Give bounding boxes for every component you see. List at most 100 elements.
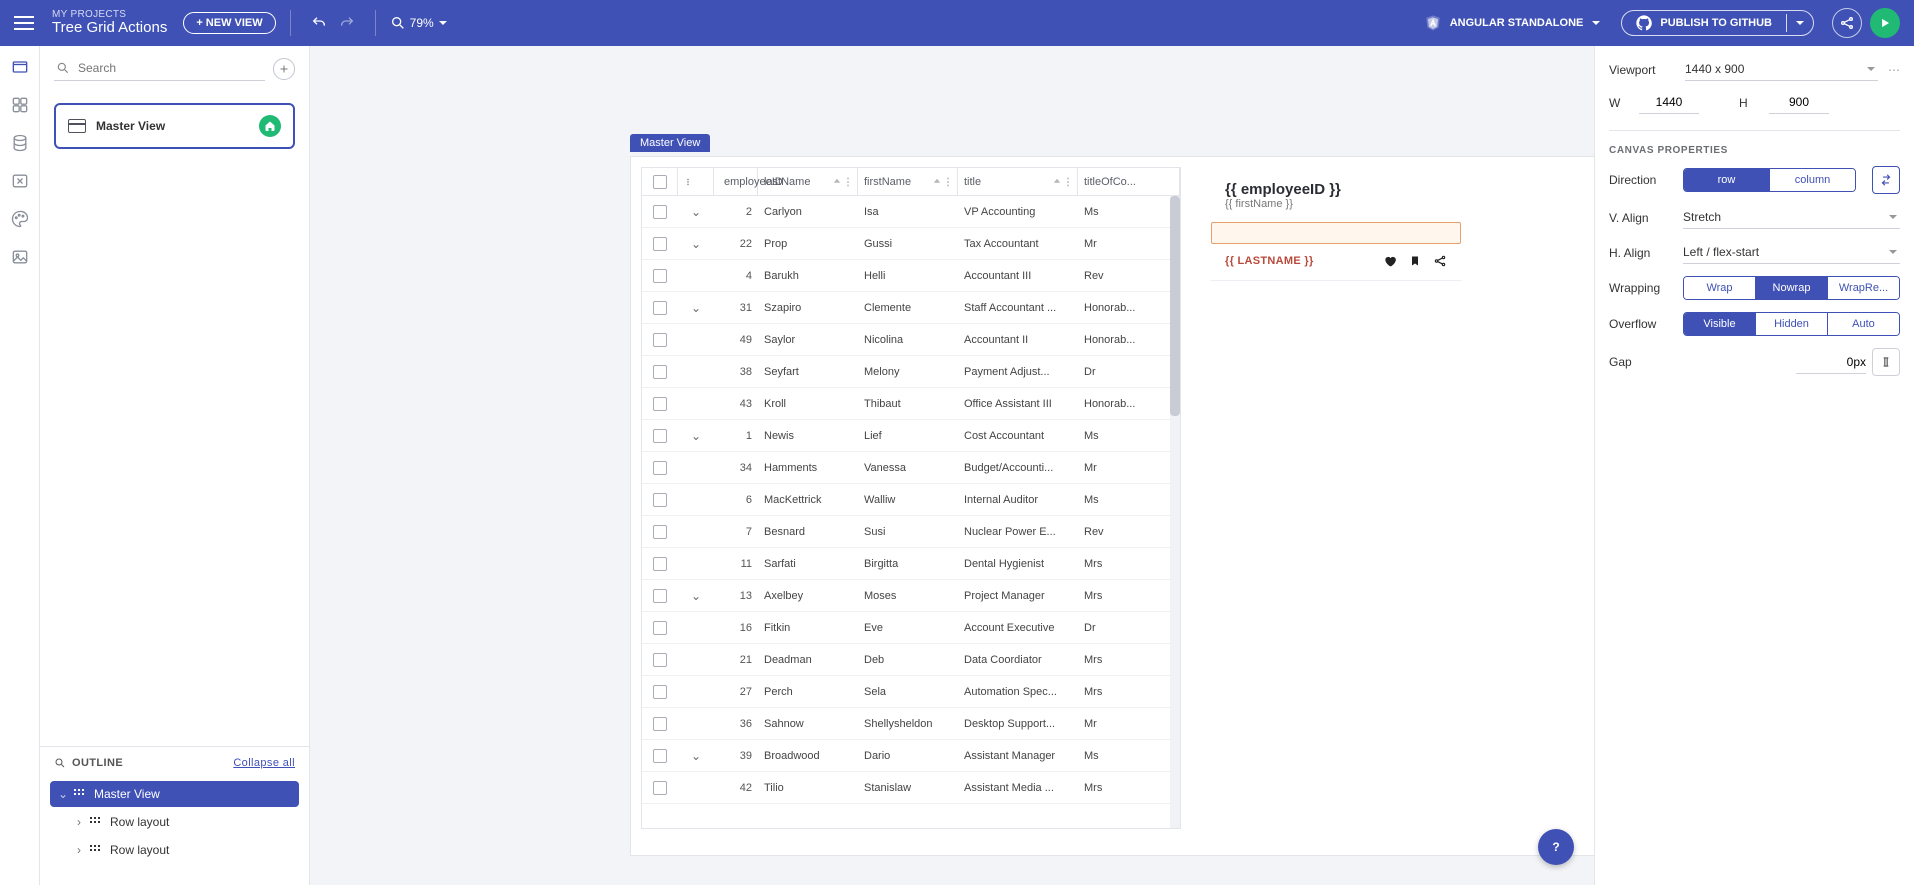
row-checkbox[interactable] [653, 397, 667, 411]
chevron-down-icon[interactable]: ⌄ [691, 237, 701, 251]
zoom-control[interactable]: 79% [390, 15, 448, 31]
direction-row-button[interactable]: row [1684, 169, 1769, 191]
gap-input[interactable] [1796, 351, 1866, 374]
add-view-button[interactable] [273, 58, 295, 80]
new-view-button[interactable]: + NEW VIEW [183, 12, 275, 34]
view-card-master[interactable]: Master View [54, 103, 295, 149]
framework-selector[interactable]: ANGULAR STANDALONE [1418, 11, 1612, 35]
chevron-down-icon[interactable]: ⌄ [691, 589, 701, 603]
table-row[interactable]: ⌄1NewisLiefCost AccountantMs [642, 420, 1180, 452]
row-checkbox[interactable] [653, 525, 667, 539]
scrollbar-thumb[interactable] [1170, 196, 1180, 416]
card-selected-slot[interactable] [1211, 222, 1461, 244]
table-row[interactable]: 43KrollThibautOffice Assistant IIIHonora… [642, 388, 1180, 420]
valign-select[interactable]: Stretch [1683, 206, 1900, 229]
row-checkbox[interactable] [653, 717, 667, 731]
row-checkbox[interactable] [653, 589, 667, 603]
swap-axis-button[interactable] [1872, 166, 1900, 194]
outline-item[interactable]: ›Row layout [50, 837, 299, 863]
table-row[interactable]: ⌄22PropGussiTax AccountantMr [642, 228, 1180, 260]
kebab-icon[interactable] [945, 177, 951, 187]
table-row[interactable]: 42TilioStanislawAssistant Media ...Mrs [642, 772, 1180, 804]
row-checkbox[interactable] [653, 461, 667, 475]
chevron-down-icon[interactable]: ⌄ [691, 301, 701, 315]
wrap-wrap-button[interactable]: Wrap [1684, 277, 1755, 299]
table-row[interactable]: ⌄2CarlyonIsaVP AccountingMs [642, 196, 1180, 228]
preview-button[interactable] [1870, 8, 1900, 38]
row-checkbox[interactable] [653, 333, 667, 347]
row-checkbox[interactable] [653, 269, 667, 283]
col-titleofcourtesy[interactable]: titleOfCo... [1078, 168, 1180, 195]
chevron-down-icon[interactable]: ⌄ [691, 205, 701, 219]
rail-views-icon[interactable] [9, 56, 31, 78]
undo-icon[interactable] [309, 13, 329, 33]
header-checkbox[interactable] [653, 175, 667, 189]
share-icon[interactable] [1433, 254, 1447, 268]
row-checkbox[interactable] [653, 301, 667, 315]
search-input[interactable] [76, 60, 263, 76]
row-checkbox[interactable] [653, 557, 667, 571]
width-input[interactable] [1639, 91, 1699, 114]
wrap-wraprev-button[interactable]: WrapRe... [1827, 277, 1899, 299]
table-row[interactable]: 16FitkinEveAccount ExecutiveDr [642, 612, 1180, 644]
help-fab[interactable]: ? [1538, 829, 1574, 865]
tree-grid[interactable]: employeeID lastName firstName [641, 167, 1181, 829]
publish-button[interactable]: PUBLISH TO GITHUB [1622, 11, 1786, 35]
table-row[interactable]: 6MacKettrickWalliwInternal AuditorMs [642, 484, 1180, 516]
table-row[interactable]: 27PerchSelaAutomation Spec...Mrs [642, 676, 1180, 708]
row-checkbox[interactable] [653, 781, 667, 795]
bookmark-icon[interactable] [1409, 254, 1421, 268]
outline-item[interactable]: ⌄Master View [50, 781, 299, 807]
halign-select[interactable]: Left / flex-start [1683, 241, 1900, 264]
canvas[interactable]: Master View employeeID [310, 46, 1594, 885]
direction-column-button[interactable]: column [1769, 169, 1855, 191]
chevron-down-icon[interactable]: ⌄ [691, 749, 701, 763]
table-row[interactable]: 4BarukhHelliAccountant IIIRev [642, 260, 1180, 292]
publish-caret[interactable] [1786, 14, 1813, 32]
search-input-wrap[interactable] [54, 56, 265, 81]
table-row[interactable]: ⌄13AxelbeyMosesProject ManagerMrs [642, 580, 1180, 612]
table-row[interactable]: 38SeyfartMelonyPayment Adjust...Dr [642, 356, 1180, 388]
menu-icon[interactable] [14, 16, 34, 30]
row-checkbox[interactable] [653, 685, 667, 699]
table-row[interactable]: 11SarfatiBirgittaDental HygienistMrs [642, 548, 1180, 580]
overflow-visible-button[interactable]: Visible [1684, 313, 1755, 335]
rail-theme-icon[interactable] [9, 208, 31, 230]
heart-icon[interactable] [1383, 254, 1397, 268]
viewport-more-icon[interactable]: ⋯ [1888, 63, 1900, 77]
rail-components-icon[interactable] [9, 94, 31, 116]
kebab-icon[interactable] [684, 178, 692, 186]
table-row[interactable]: 49SaylorNicolinaAccountant IIHonorab... [642, 324, 1180, 356]
wrap-nowrap-button[interactable]: Nowrap [1755, 277, 1827, 299]
table-row[interactable]: 21DeadmanDebData CoordiatorMrs [642, 644, 1180, 676]
col-employeeid[interactable]: employeeID [714, 168, 758, 195]
kebab-icon[interactable] [1065, 177, 1071, 187]
table-row[interactable]: 7BesnardSusiNuclear Power E...Rev [642, 516, 1180, 548]
overflow-hidden-button[interactable]: Hidden [1755, 313, 1827, 335]
artboard-label[interactable]: Master View [630, 134, 710, 152]
kebab-icon[interactable] [845, 177, 851, 187]
table-row[interactable]: ⌄39BroadwoodDarioAssistant ManagerMs [642, 740, 1180, 772]
height-input[interactable] [1769, 91, 1829, 114]
row-checkbox[interactable] [653, 621, 667, 635]
outline-item[interactable]: ›Row layout [50, 809, 299, 835]
row-checkbox[interactable] [653, 749, 667, 763]
chevron-down-icon[interactable]: ⌄ [691, 429, 701, 443]
col-title[interactable]: title [958, 168, 1078, 195]
row-checkbox[interactable] [653, 205, 667, 219]
col-firstname[interactable]: firstName [858, 168, 958, 195]
table-row[interactable]: 34HammentsVanessaBudget/Accounti...Mr [642, 452, 1180, 484]
row-checkbox[interactable] [653, 653, 667, 667]
overflow-auto-button[interactable]: Auto [1827, 313, 1899, 335]
collapse-all-link[interactable]: Collapse all [233, 757, 295, 769]
row-checkbox[interactable] [653, 365, 667, 379]
rail-assets-icon[interactable] [9, 246, 31, 268]
rail-variables-icon[interactable] [9, 170, 31, 192]
table-row[interactable]: ⌄31SzapiroClementeStaff Accountant ...Ho… [642, 292, 1180, 324]
viewport-select[interactable]: 1440 x 900 [1685, 58, 1878, 81]
gap-link-button[interactable] [1872, 348, 1900, 376]
row-checkbox[interactable] [653, 237, 667, 251]
col-lastname[interactable]: lastName [758, 168, 858, 195]
card-preview[interactable]: {{ employeeID }} {{ firstName }} {{ LAST… [1211, 171, 1461, 829]
share-button[interactable] [1832, 8, 1862, 38]
